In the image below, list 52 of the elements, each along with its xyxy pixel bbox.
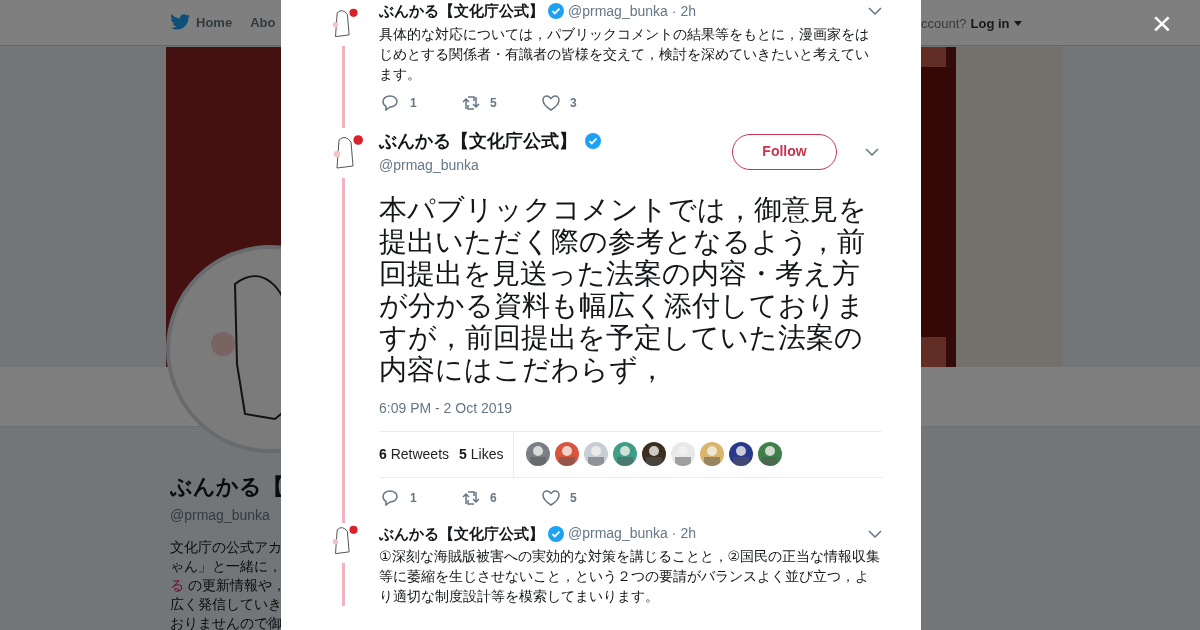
retweets-link[interactable]: 6 Retweets <box>379 443 450 465</box>
action-button[interactable]: 1 <box>379 488 459 507</box>
nav-link[interactable]: Home <box>170 12 233 33</box>
bio-link[interactable]: る <box>170 577 184 593</box>
action-button[interactable]: 5 <box>539 488 619 507</box>
action-count: 5 <box>490 94 497 112</box>
author-handle: @prmag_bunka <box>379 155 480 175</box>
author-handle: @prmag_bunka <box>568 524 668 544</box>
heart-icon <box>542 94 560 111</box>
tweet-text: 具体的な対応については，パブリックコメントの結果等をもとに，漫画家をはじめとする関係者・有識者の皆様を交えて，検討を深めていきたいと考えています。 <box>379 24 870 84</box>
author-handle: @prmag_bunka <box>568 1 668 21</box>
retweet-icon <box>462 94 480 111</box>
bio-text: おりませんので御 <box>170 615 281 630</box>
action-count: 6 <box>490 489 497 507</box>
nav-link[interactable]: Abo <box>250 12 276 33</box>
action-count: 1 <box>410 489 417 507</box>
reply-icon <box>382 94 400 111</box>
action-button[interactable]: 3 <box>539 93 619 112</box>
follow-button[interactable]: Follow <box>732 133 837 170</box>
likes-link[interactable]: 5 Likes <box>459 443 504 465</box>
action-button[interactable]: 1 <box>379 93 459 112</box>
action-count: 1 <box>410 94 417 112</box>
chevron-icon[interactable] <box>865 147 879 156</box>
profile-handle: @prmag_bunka <box>170 506 271 525</box>
author-name: ぶんかる【文化庁公式】 <box>379 1 544 21</box>
separator-dot: · <box>671 524 677 544</box>
bird-icon <box>170 14 190 31</box>
chevron-icon[interactable] <box>868 7 882 16</box>
caret-icon <box>1013 21 1022 27</box>
action-button[interactable]: 5 <box>459 93 539 112</box>
bio-text: 文化庁の公式アカ <box>170 539 281 555</box>
action-count: 3 <box>570 94 577 112</box>
tweet-text: 本パブリックコメントでは，御意見を提出いただく際の参考となるよう，前回提出を見送った法案の内容・考え方が分かる資料も幅広く添付しておりますが，前回提出を予定していた法案の内容にはこだわらず， <box>379 193 868 386</box>
account-prompt: ccount? <box>921 15 967 33</box>
chevron-icon[interactable] <box>868 529 882 538</box>
tweet-text: ①深刻な海賊版被害への実効的な対策を講じることと，②国民の正当な情報収集等に萎縮を生じさせないこと，という２つの要請がバランスよく並び立つ，より適切な制度設計等を模索してまいります。 <box>379 547 882 606</box>
separator-dot: · <box>671 1 677 21</box>
author-name: ぶんかる【文化庁公式】 <box>379 523 544 544</box>
close-button[interactable]: × <box>1152 4 1172 42</box>
bio-text: 広く発信していき <box>170 596 281 612</box>
heart-icon <box>542 489 560 506</box>
bio-text: の更新情報や， <box>186 577 281 593</box>
reply-icon <box>382 489 400 506</box>
action-count: 5 <box>570 489 577 507</box>
author-name: ぶんかる【文化庁公式】 <box>379 129 577 153</box>
tweet-time: 2h <box>680 524 697 544</box>
bio-text: ゃん」と一緒に， <box>170 558 281 574</box>
tweet-time: 2h <box>680 1 697 21</box>
retweet-icon <box>462 489 480 506</box>
timestamp: 6:09 PM - 2 Oct 2019 <box>379 398 514 418</box>
action-button[interactable]: 6 <box>459 488 539 507</box>
login-link[interactable]: Log in <box>970 14 1010 34</box>
